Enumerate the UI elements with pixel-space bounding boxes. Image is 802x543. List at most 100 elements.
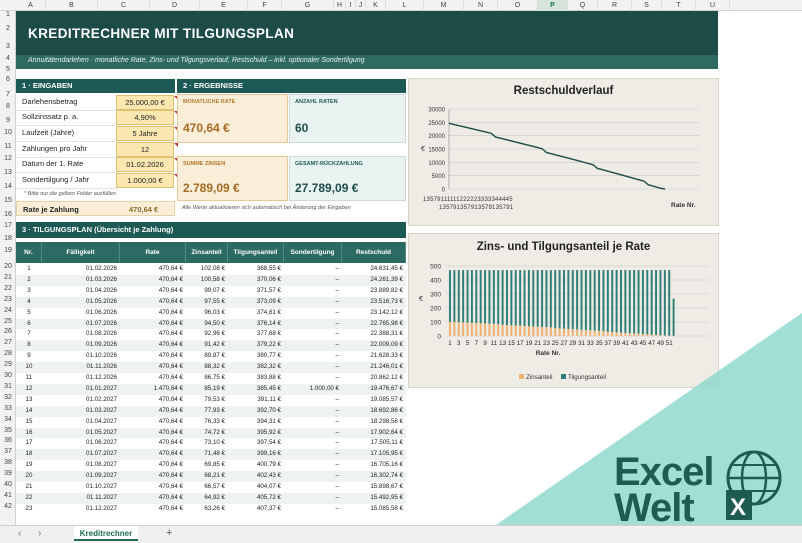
table-row[interactable]: 10 01.11.2026 470,64 € 88,32 € 382,32 € – 21.2…: [16, 362, 406, 373]
plan-column-header[interactable]: Zinsanteil: [186, 242, 228, 263]
row-header-21[interactable]: 21: [0, 274, 16, 281]
row-header-37[interactable]: 37: [0, 448, 16, 455]
column-header-p[interactable]: P: [538, 0, 568, 11]
table-row[interactable]: 8 01.09.2026 470,64 € 91,42 € 379,22 € – 22.00…: [16, 340, 406, 352]
table-row[interactable]: 21 01.10.2027 470,64 € 66,57 € 404,07 € – 15.8…: [16, 482, 406, 493]
input-field[interactable]: 5 Jahre: [116, 126, 174, 141]
column-header-i[interactable]: I: [346, 0, 356, 11]
row-header-11[interactable]: 11: [0, 143, 16, 150]
column-header-r[interactable]: R: [598, 0, 632, 11]
row-header-26[interactable]: 26: [0, 328, 16, 335]
table-row[interactable]: 2 01.03.2026 470,64 € 100,58 € 370,06 € – 24.2…: [16, 274, 406, 286]
tab-next-button[interactable]: ›: [38, 528, 41, 539]
tab-prev-button[interactable]: ‹: [18, 528, 21, 539]
row-header-2[interactable]: 2: [0, 25, 16, 32]
column-header-t[interactable]: T: [662, 0, 696, 11]
table-row[interactable]: 18 01.07.2027 470,64 € 71,48 € 399,16 € – 17.1…: [16, 449, 406, 461]
table-row[interactable]: 7 01.08.2026 470,64 € 92,96 € 377,68 € – 22.38…: [16, 329, 406, 340]
column-header-c[interactable]: C: [98, 0, 150, 11]
row-header-24[interactable]: 24: [0, 307, 16, 314]
row-header-8[interactable]: 8: [0, 103, 16, 110]
row-header-23[interactable]: 23: [0, 296, 16, 303]
row-header-42[interactable]: 42: [0, 503, 16, 510]
table-row[interactable]: 23 01.12.2027 470,64 € 63,26 € 407,37 € – 15.0…: [16, 504, 406, 515]
table-row[interactable]: 3 01.04.2026 470,64 € 99,07 € 371,57 € – 23.88…: [16, 286, 406, 297]
input-field[interactable]: 12: [116, 142, 174, 157]
table-row[interactable]: 12 01.01.2027 1.470,64 € 85,19 € 385,45 € 1.0…: [16, 383, 406, 395]
row-header-7[interactable]: 7: [0, 91, 16, 98]
row-header-35[interactable]: 35: [0, 427, 16, 434]
row-header-10[interactable]: 10: [0, 129, 16, 136]
plan-column-header[interactable]: Rate: [120, 242, 186, 263]
row-header-41[interactable]: 41: [0, 492, 16, 499]
column-header-u[interactable]: U: [696, 0, 730, 11]
row-header-28[interactable]: 28: [0, 350, 16, 357]
table-row[interactable]: 17 01.06.2027 470,64 € 73,10 € 397,54 € – 17.5…: [16, 438, 406, 449]
plan-column-header[interactable]: Sondertilgung: [284, 242, 342, 263]
column-header-g[interactable]: G: [282, 0, 334, 11]
column-header-o[interactable]: O: [498, 0, 538, 11]
row-header-19[interactable]: 19: [0, 247, 16, 254]
row-header-29[interactable]: 29: [0, 361, 16, 368]
column-header-h[interactable]: H: [334, 0, 346, 11]
row-header-4[interactable]: 4: [0, 55, 16, 62]
row-header-40[interactable]: 40: [0, 481, 16, 488]
table-row[interactable]: 14 01.03.2027 470,64 € 77,93 € 392,70 € – 18.6…: [16, 405, 406, 417]
table-row[interactable]: 13 01.02.2027 470,64 € 79,53 € 391,11 € – 19.0…: [16, 395, 406, 406]
row-header-27[interactable]: 27: [0, 339, 16, 346]
input-field[interactable]: 01.02.2026: [116, 157, 174, 172]
row-header-13[interactable]: 13: [0, 169, 16, 176]
column-header-a[interactable]: A: [16, 0, 46, 11]
column-header-k[interactable]: K: [366, 0, 386, 11]
table-row[interactable]: 19 01.08.2027 470,64 € 69,85 € 400,79 € – 16.7…: [16, 460, 406, 471]
column-header-j[interactable]: J: [356, 0, 366, 11]
row-header-36[interactable]: 36: [0, 437, 16, 444]
row-header-32[interactable]: 32: [0, 394, 16, 401]
sheet-tab-kreditrechner[interactable]: Kreditrechner: [74, 526, 138, 541]
table-row[interactable]: 1 01.02.2026 470,64 € 102,08 € 368,55 € – 24.6…: [16, 264, 406, 275]
row-header-25[interactable]: 25: [0, 318, 16, 325]
table-row[interactable]: 20 01.09.2027 470,64 € 68,21 € 402,43 € – 16.3…: [16, 471, 406, 482]
column-header-b[interactable]: B: [46, 0, 98, 11]
column-header-f[interactable]: F: [248, 0, 282, 11]
table-row[interactable]: 5 01.06.2026 470,64 € 96,03 € 374,61 € – 23.14…: [16, 308, 406, 319]
table-row[interactable]: 11 01.12.2026 470,64 € 86,75 € 383,88 € – 20.8…: [16, 373, 406, 384]
table-row[interactable]: 16 01.05.2027 470,64 € 74,72 € 395,92 € – 17.9…: [16, 427, 406, 439]
column-header-m[interactable]: M: [424, 0, 464, 11]
column-header-q[interactable]: Q: [568, 0, 598, 11]
row-header-1[interactable]: 1: [0, 11, 16, 18]
column-header-e[interactable]: E: [200, 0, 248, 11]
row-header-16[interactable]: 16: [0, 211, 16, 218]
row-header-12[interactable]: 12: [0, 155, 16, 162]
input-field[interactable]: 25.000,00 €: [116, 95, 174, 110]
column-header-s[interactable]: S: [632, 0, 662, 11]
row-header-38[interactable]: 38: [0, 459, 16, 466]
table-row[interactable]: 22 01.11.2027 470,64 € 64,92 € 405,72 € – 15.4…: [16, 492, 406, 504]
plan-column-header[interactable]: Fälligkeit: [42, 242, 120, 263]
row-header-6[interactable]: 6: [0, 76, 16, 83]
table-row[interactable]: 6 01.07.2026 470,64 € 94,50 € 376,14 € – 22.76…: [16, 318, 406, 330]
row-header-18[interactable]: 18: [0, 235, 16, 242]
row-header-33[interactable]: 33: [0, 405, 16, 412]
row-header-15[interactable]: 15: [0, 197, 16, 204]
table-row[interactable]: 15 01.04.2027 470,64 € 76,33 € 394,31 € – 18.2…: [16, 417, 406, 428]
row-header-14[interactable]: 14: [0, 183, 16, 190]
row-header-17[interactable]: 17: [0, 222, 16, 229]
plan-column-header[interactable]: Restschuld: [342, 242, 406, 263]
row-header-34[interactable]: 34: [0, 416, 16, 423]
row-header-5[interactable]: 5: [0, 66, 16, 73]
plan-column-header[interactable]: Tilgungsanteil: [228, 242, 284, 263]
column-header-n[interactable]: N: [464, 0, 498, 11]
add-sheet-button[interactable]: +: [166, 527, 172, 539]
column-header-l[interactable]: L: [386, 0, 424, 11]
table-row[interactable]: 4 01.05.2026 470,64 € 97,55 € 373,09 € – 23.51…: [16, 296, 406, 308]
input-field[interactable]: 1.000,00 €: [116, 173, 174, 188]
row-header-22[interactable]: 22: [0, 285, 16, 292]
plan-column-header[interactable]: Nr.: [16, 242, 42, 263]
row-header-30[interactable]: 30: [0, 372, 16, 379]
table-row[interactable]: 9 01.10.2026 470,64 € 89,87 € 380,77 € – 21.62…: [16, 351, 406, 362]
input-field[interactable]: 4,90%: [116, 110, 174, 125]
row-header-3[interactable]: 3: [0, 43, 16, 50]
row-header-20[interactable]: 20: [0, 263, 16, 270]
row-header-39[interactable]: 39: [0, 470, 16, 477]
